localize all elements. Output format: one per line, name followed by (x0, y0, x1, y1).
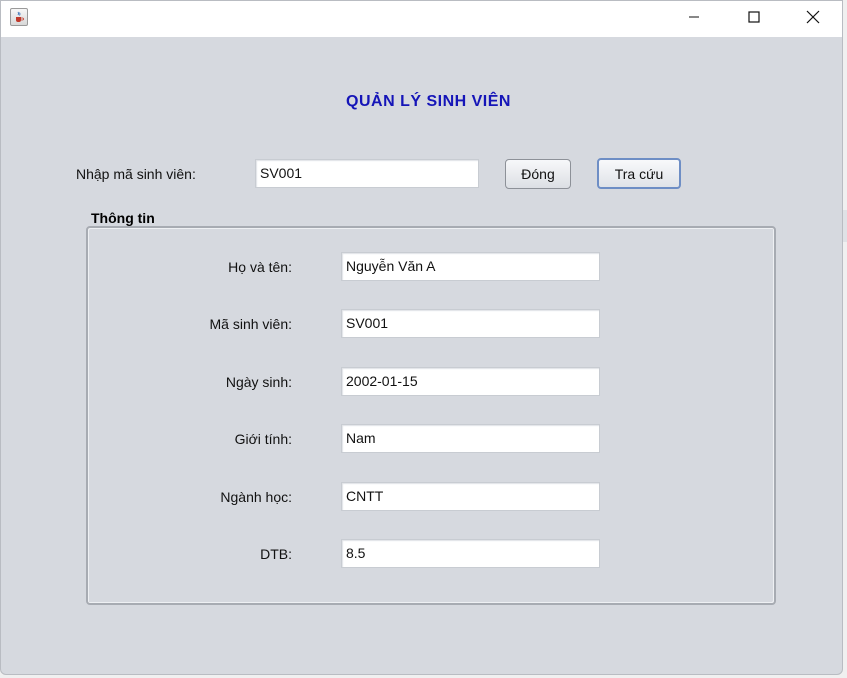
java-cup-icon[interactable] (10, 8, 28, 26)
gpa-label: DTB: (260, 546, 292, 562)
student-id-field[interactable]: SV001 (341, 309, 600, 338)
app-window: QUẢN LÝ SINH VIÊN Nhập mã sinh viên: SV0… (0, 0, 843, 675)
student-id-label: Mã sinh viên: (209, 316, 292, 332)
close-button[interactable] (790, 1, 836, 33)
gender-label: Giới tính: (234, 431, 292, 447)
major-field[interactable]: CNTT (341, 482, 600, 511)
lookup-button[interactable]: Tra cứu (597, 158, 681, 189)
birth-date-field[interactable]: 2002-01-15 (341, 367, 600, 396)
page-title: QUẢN LÝ SINH VIÊN (346, 93, 511, 110)
close-form-button[interactable]: Đóng (505, 159, 571, 189)
title-bar (1, 1, 842, 37)
gpa-field[interactable]: 8.5 (341, 539, 600, 568)
maximize-button[interactable] (731, 1, 777, 33)
minimize-icon (689, 16, 699, 18)
minimize-button[interactable] (671, 1, 717, 33)
info-group-title: Thông tin (91, 210, 155, 226)
background-window-edge (843, 210, 847, 242)
student-id-search-label: Nhập mã sinh viên: (76, 166, 196, 182)
major-label: Ngành học: (220, 489, 292, 505)
full-name-label: Họ và tên: (228, 259, 292, 275)
close-icon (806, 10, 820, 24)
maximize-icon (748, 11, 760, 23)
student-id-search-input[interactable]: SV001 (255, 159, 479, 188)
gender-field[interactable]: Nam (341, 424, 600, 453)
birth-date-label: Ngày sinh: (225, 374, 292, 390)
full-name-field[interactable]: Nguyễn Văn A (341, 252, 600, 281)
